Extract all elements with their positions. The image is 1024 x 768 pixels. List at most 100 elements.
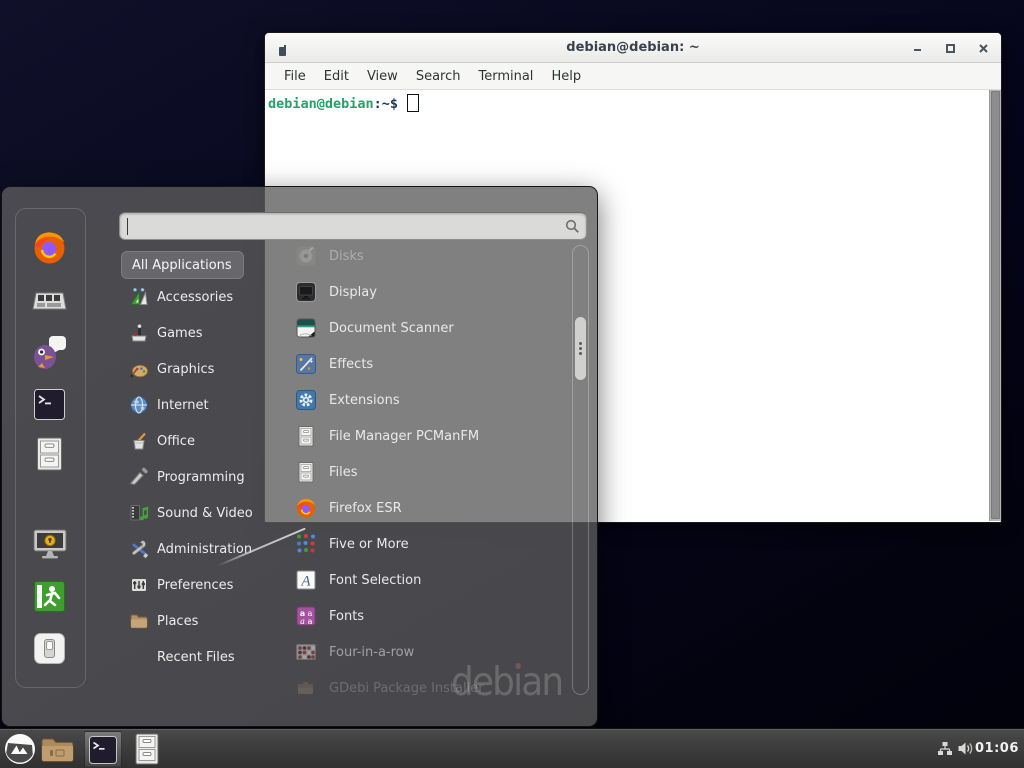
office-icon — [129, 431, 149, 451]
category-label: Preferences — [157, 578, 233, 593]
prompt-user-host: debian@debian — [268, 96, 374, 112]
file-cabinet-favorite-icon[interactable] — [35, 437, 64, 476]
shut-down-icon[interactable] — [34, 633, 65, 668]
app-item-firefox-esr[interactable]: Firefox ESR — [289, 494, 563, 522]
volume-tray-icon[interactable] — [957, 740, 974, 761]
app-item-files[interactable]: Files — [289, 458, 563, 486]
category-label: Games — [157, 326, 202, 341]
category-internet[interactable]: Internet — [121, 391, 269, 419]
taskbar-clock[interactable]: 01:06 — [975, 741, 1019, 756]
magnifier-icon — [565, 219, 580, 238]
menu-help[interactable]: Help — [542, 69, 590, 84]
menu-search[interactable]: Search — [407, 69, 470, 84]
extensions-icon — [295, 389, 317, 411]
menu-file[interactable]: File — [275, 69, 315, 84]
internet-icon — [129, 395, 149, 415]
onboard-keyboard-favorite-icon[interactable] — [32, 287, 67, 318]
menu-edit[interactable]: Edit — [315, 69, 358, 84]
fonts-icon: a a a a — [295, 605, 317, 627]
taskbar: 01:06 — [0, 728, 1024, 768]
firefox-icon — [295, 497, 317, 519]
category-label: Sound & Video — [157, 506, 253, 521]
accessories-icon — [129, 287, 149, 307]
category-all-applications[interactable]: All Applications — [121, 251, 244, 279]
five-or-more-icon — [295, 533, 317, 555]
app-item-file-manager-pcmanfm[interactable]: File Manager PCManFM — [289, 422, 563, 450]
menu-button[interactable] — [4, 733, 36, 768]
category-administration[interactable]: Administration — [121, 535, 269, 563]
gdebi-icon — [295, 677, 317, 699]
app-label: Fonts — [329, 609, 364, 624]
app-item-display[interactable]: Display — [289, 278, 563, 306]
category-recent-files[interactable]: Recent Files — [121, 643, 269, 671]
graphics-icon — [129, 359, 149, 379]
menu-terminal[interactable]: Terminal — [469, 69, 542, 84]
close-icon[interactable] — [977, 42, 989, 54]
file-manager-launcher[interactable] — [133, 733, 161, 768]
app-item-fonts[interactable]: a a a a Fonts — [289, 602, 563, 630]
maximize-icon[interactable] — [944, 42, 956, 54]
app-label: Firefox ESR — [329, 501, 402, 516]
app-label: Display — [329, 285, 377, 300]
app-item-document-scanner[interactable]: Document Scanner — [289, 314, 563, 342]
menu-view[interactable]: View — [358, 69, 407, 84]
category-accessories[interactable]: Accessories — [121, 283, 269, 311]
category-label: Administration — [157, 542, 252, 557]
category-label: Places — [157, 614, 198, 629]
app-label: Document Scanner — [329, 321, 454, 336]
effects-icon — [295, 353, 317, 375]
app-item-disks[interactable]: Disks — [289, 242, 563, 270]
window-controls — [911, 33, 989, 63]
files-folder-launcher[interactable] — [40, 736, 75, 768]
terminal-prompt: debian@debian:~$ — [265, 90, 1001, 112]
network-tray-icon[interactable] — [937, 741, 953, 761]
disks-icon — [295, 245, 317, 267]
terminal-task-button[interactable] — [84, 731, 122, 767]
games-icon — [129, 323, 149, 343]
category-sound-video[interactable]: Sound & Video — [121, 499, 269, 527]
category-office[interactable]: Office — [121, 427, 269, 455]
app-item-four-in-a-row[interactable]: Four-in-a-row — [289, 638, 563, 666]
terminal-titlebar[interactable]: debian@debian: ~ — [265, 33, 1001, 63]
log-out-icon[interactable] — [34, 581, 65, 616]
category-places[interactable]: Places — [121, 607, 269, 635]
lock-screen-icon[interactable] — [32, 529, 68, 565]
terminal-scrollbar[interactable] — [989, 90, 1001, 521]
app-label: Extensions — [329, 393, 400, 408]
firefox-favorite-icon[interactable] — [31, 229, 68, 270]
app-item-five-or-more[interactable]: Five or More — [289, 530, 563, 558]
terminal-scrollbar-thumb[interactable] — [991, 91, 1000, 519]
apps-scrollbar-thumb[interactable] — [575, 317, 586, 380]
svg-text:A: A — [300, 574, 311, 590]
pidgin-favorite-icon[interactable] — [32, 335, 68, 374]
minimize-icon[interactable] — [911, 42, 923, 54]
svg-text:a: a — [300, 617, 305, 626]
category-games[interactable]: Games — [121, 319, 269, 347]
sound-video-icon — [129, 503, 149, 523]
app-label: Four-in-a-row — [329, 645, 414, 660]
category-programming[interactable]: Programming — [121, 463, 269, 491]
app-item-gdebi-package-installer[interactable]: GDebi Package Installer — [289, 674, 563, 702]
apps-scrollbar[interactable] — [572, 245, 589, 695]
category-label: All Applications — [132, 258, 232, 273]
app-item-extensions[interactable]: Extensions — [289, 386, 563, 414]
document-scanner-icon — [295, 317, 317, 339]
app-label: Effects — [329, 357, 373, 372]
terminal-cursor — [407, 94, 419, 112]
category-label: Graphics — [157, 362, 214, 377]
category-graphics[interactable]: Graphics — [121, 355, 269, 383]
app-item-effects[interactable]: Effects — [289, 350, 563, 378]
window-title: debian@debian: ~ — [265, 40, 1001, 55]
programming-icon — [129, 467, 149, 487]
font-selection-icon: A — [295, 569, 317, 591]
terminal-favorite-icon[interactable] — [34, 389, 65, 424]
svg-text:a: a — [308, 617, 313, 626]
window-terminal-icon — [279, 42, 288, 61]
four-in-a-row-icon — [295, 641, 317, 663]
category-label: Office — [157, 434, 195, 449]
search-input[interactable] — [126, 215, 556, 237]
app-label: GDebi Package Installer — [329, 681, 484, 696]
category-label: Internet — [157, 398, 209, 413]
app-item-font-selection[interactable]: A Font Selection — [289, 566, 563, 594]
category-preferences[interactable]: Preferences — [121, 571, 269, 599]
